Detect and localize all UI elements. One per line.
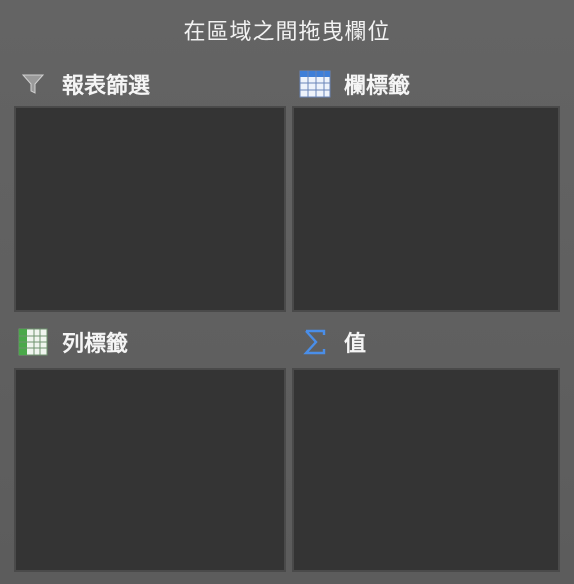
row-labels-icon — [16, 327, 50, 357]
column-labels-drop-zone[interactable] — [292, 106, 560, 312]
column-labels-label: 欄標籤 — [344, 74, 411, 99]
column-labels-header: 欄標籤 — [298, 68, 410, 100]
pivot-field-areas-panel: 在區域之間拖曳欄位 報表篩選 欄標籤 列標籤 值 — [0, 0, 574, 584]
row-labels-label: 列標籤 — [62, 332, 129, 357]
values-header: 值 — [298, 326, 366, 358]
row-labels-header: 列標籤 — [16, 326, 128, 358]
row-labels-drop-zone[interactable] — [14, 368, 286, 572]
report-filter-header: 報表篩選 — [16, 68, 150, 100]
report-filter-drop-zone[interactable] — [14, 106, 286, 312]
report-filter-label: 報表篩選 — [62, 74, 151, 99]
values-drop-zone[interactable] — [292, 368, 560, 572]
filter-icon — [16, 69, 50, 99]
values-label: 值 — [344, 332, 367, 357]
panel-title: 在區域之間拖曳欄位 — [183, 20, 391, 45]
column-labels-icon — [298, 69, 332, 99]
sigma-icon — [298, 327, 332, 357]
